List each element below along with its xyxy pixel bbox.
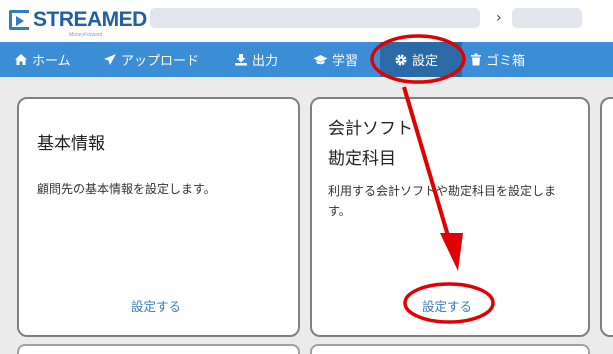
graduation-cap-icon	[313, 55, 328, 65]
nav-item-upload[interactable]: アップロード	[103, 42, 199, 77]
nav-item-label: ホーム	[32, 54, 71, 69]
nav-item-export[interactable]: 出力	[234, 42, 278, 77]
card-partial	[600, 97, 613, 337]
logo-subtext: MoneyForward	[69, 32, 103, 38]
blurred-breadcrumb	[512, 8, 582, 28]
setup-link-accounting-software[interactable]: 設定する	[422, 296, 472, 315]
trash-icon	[471, 53, 481, 66]
setup-link-basic-info[interactable]: 設定する	[131, 296, 181, 315]
nav-item-label: 学習	[332, 54, 359, 69]
app-header: STREAMED MoneyForward ›	[0, 0, 613, 42]
card-next-row	[310, 344, 590, 354]
card-description: 利用する会計ソフトや勘定科目を設定します。	[328, 184, 557, 218]
blurred-client-name	[150, 8, 480, 28]
send-icon	[104, 54, 116, 65]
nav-item-learning[interactable]: 学習	[313, 42, 358, 77]
nav-item-home[interactable]: ホーム	[14, 42, 71, 77]
nav-item-trash[interactable]: ゴミ箱	[470, 42, 525, 77]
card-title: 基本情報	[37, 134, 105, 154]
nav-item-label: 出力	[252, 54, 279, 69]
breadcrumb-separator: ›	[496, 10, 502, 26]
home-icon	[15, 54, 27, 65]
gear-icon	[395, 54, 407, 65]
card-next-row	[17, 344, 300, 354]
nav-item-label: アップロード	[121, 54, 200, 69]
download-icon	[235, 54, 247, 66]
main-navbar: ホーム アップロード 出力 学習 設定 ゴミ箱	[0, 42, 613, 77]
nav-item-label: ゴミ箱	[486, 54, 526, 69]
card-description: 顧問先の基本情報を設定します。	[37, 182, 216, 196]
card-title-line2: 勘定科目	[328, 149, 396, 169]
nav-item-settings[interactable]: 設定	[380, 42, 462, 77]
logo-text: STREAMED	[33, 8, 147, 31]
nav-item-label: 設定	[412, 54, 439, 69]
card-basic-info: 基本情報 顧問先の基本情報を設定します。 設定する	[17, 97, 300, 337]
card-accounting-software: 会計ソフト 勘定科目 利用する会計ソフトや勘定科目を設定します。 設定する	[310, 97, 590, 337]
logo-mark-icon	[9, 10, 29, 30]
card-title-line1: 会計ソフト	[328, 119, 413, 139]
